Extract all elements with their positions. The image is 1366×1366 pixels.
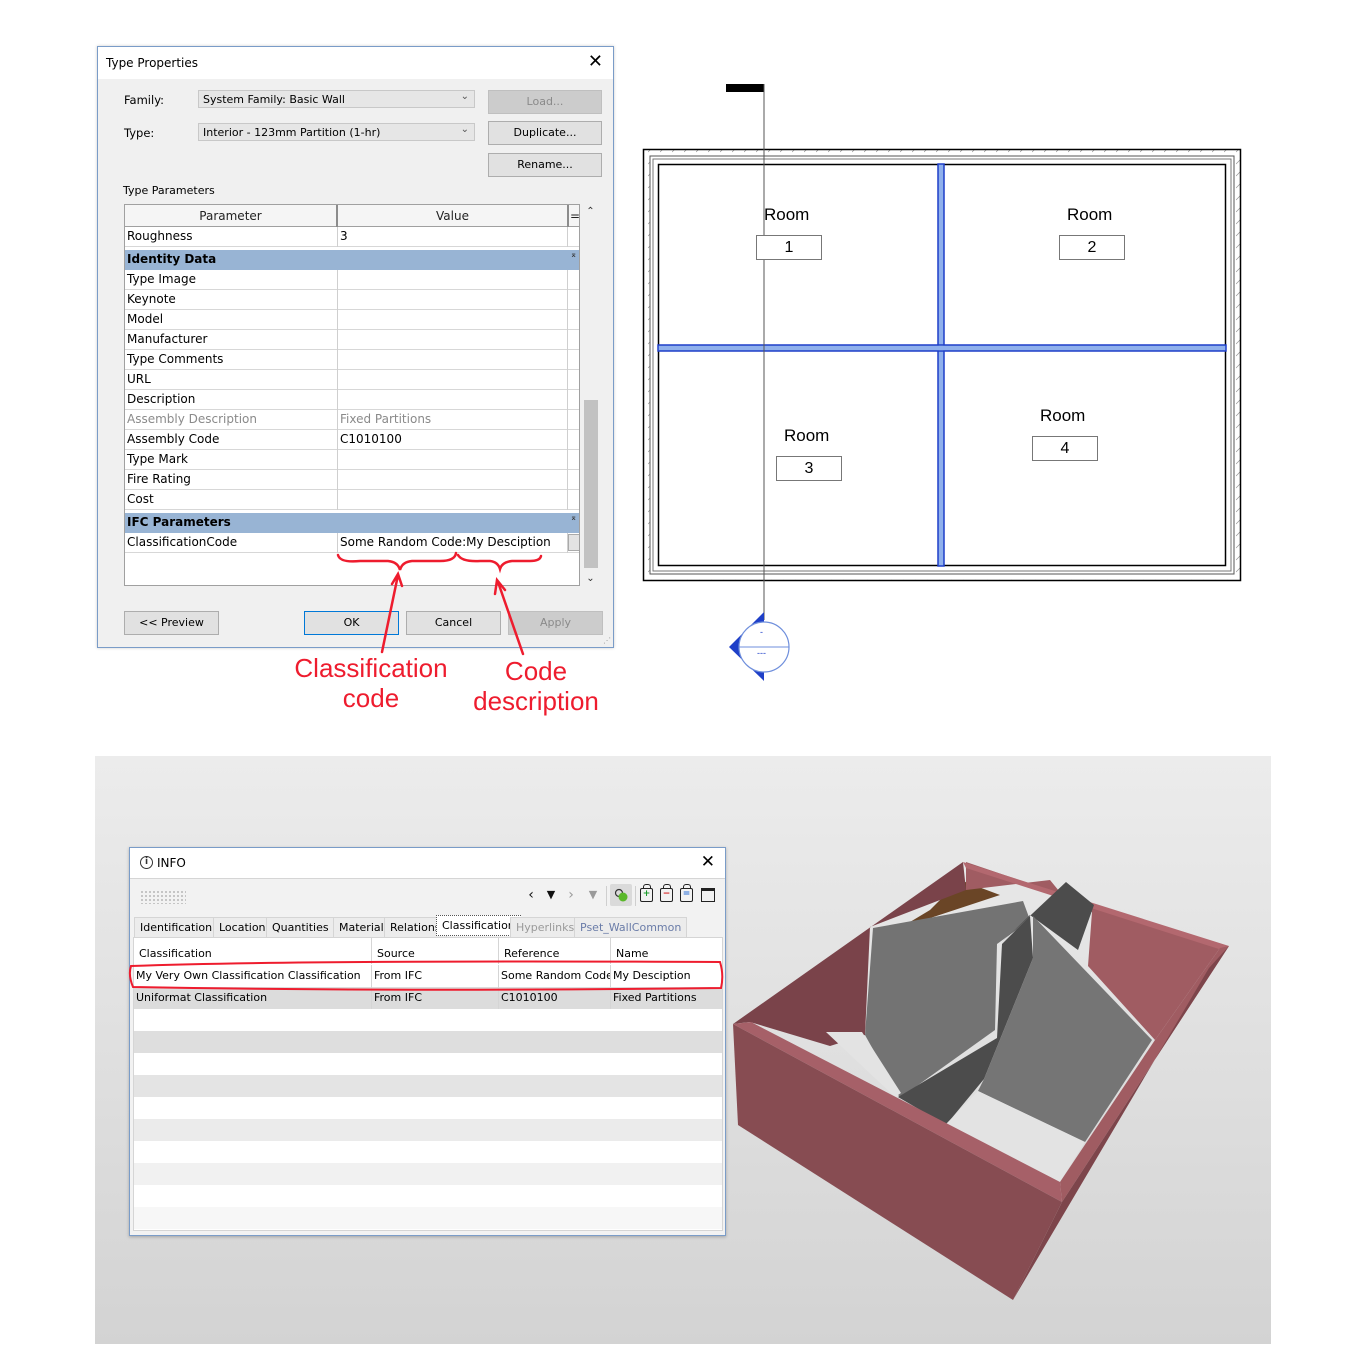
info-panel: i INFO ✕ ‹ ▼ › ▼ + − = Identification Loc… bbox=[129, 847, 726, 1236]
forward-icon[interactable]: › bbox=[562, 886, 580, 904]
edit-pset-icon[interactable]: = bbox=[680, 884, 693, 902]
tab-classification[interactable]: Classification bbox=[436, 915, 521, 936]
empty-row bbox=[134, 1031, 722, 1053]
window-icon[interactable] bbox=[701, 888, 715, 902]
column-header-name[interactable]: Name bbox=[611, 938, 722, 964]
history-dropdown-icon[interactable]: ▼ bbox=[542, 886, 560, 904]
empty-row bbox=[134, 1163, 722, 1185]
classification-table: Classification Source Reference Name My … bbox=[133, 937, 723, 1231]
column-header-classification[interactable]: Classification bbox=[134, 938, 372, 964]
empty-row bbox=[134, 1141, 722, 1163]
empty-row bbox=[134, 1119, 722, 1141]
table-cell: Fixed Partitions bbox=[613, 991, 697, 1004]
table-cell: Uniformat Classification bbox=[134, 987, 372, 1009]
empty-row bbox=[134, 1009, 722, 1031]
tab-material[interactable]: Material bbox=[333, 917, 390, 937]
close-icon[interactable]: ✕ bbox=[701, 852, 715, 872]
column-header-source[interactable]: Source bbox=[372, 938, 499, 964]
table-cell: My Very Own Classification Classificatio… bbox=[134, 965, 372, 987]
empty-row bbox=[134, 1207, 722, 1229]
table-row[interactable]: Uniformat Classification From IFC C1010100… bbox=[134, 987, 722, 1009]
empty-row bbox=[134, 1075, 722, 1097]
table-cell: From IFC bbox=[372, 965, 499, 987]
toolbar-separator bbox=[635, 886, 636, 906]
tab-quantities[interactable]: Quantities bbox=[266, 917, 335, 937]
drag-handle-icon[interactable] bbox=[140, 890, 186, 904]
table-cell: C1010100 bbox=[499, 987, 611, 1009]
empty-row bbox=[134, 1097, 722, 1119]
table-cell: My Desciption bbox=[613, 969, 691, 982]
tab-identification[interactable]: Identification bbox=[134, 917, 219, 937]
info-titlebar: i INFO ✕ bbox=[130, 848, 725, 879]
empty-row bbox=[134, 1185, 722, 1207]
tab-location[interactable]: Location bbox=[213, 917, 272, 937]
add-pset-icon[interactable]: + bbox=[640, 884, 653, 902]
tab-pset-wallcommon[interactable]: Pset_WallCommon bbox=[574, 917, 688, 937]
table-cell: Some Random Code bbox=[499, 965, 611, 987]
table-cell: From IFC bbox=[372, 987, 499, 1009]
back-icon[interactable]: ‹ bbox=[522, 886, 540, 904]
empty-row bbox=[134, 1053, 722, 1075]
table-header: Classification Source Reference Name bbox=[134, 938, 722, 964]
column-header-reference[interactable]: Reference bbox=[499, 938, 611, 964]
gear-toggle-icon[interactable] bbox=[610, 884, 632, 906]
tab-hyperlinks[interactable]: Hyperlinks bbox=[510, 917, 581, 937]
info-icon: i bbox=[140, 856, 153, 869]
forward-dropdown-icon[interactable]: ▼ bbox=[584, 886, 602, 904]
table-row[interactable]: My Very Own Classification Classificatio… bbox=[134, 965, 722, 987]
toolbar-separator bbox=[606, 886, 607, 906]
info-title: INFO bbox=[157, 856, 186, 870]
remove-pset-icon[interactable]: − bbox=[660, 884, 673, 902]
